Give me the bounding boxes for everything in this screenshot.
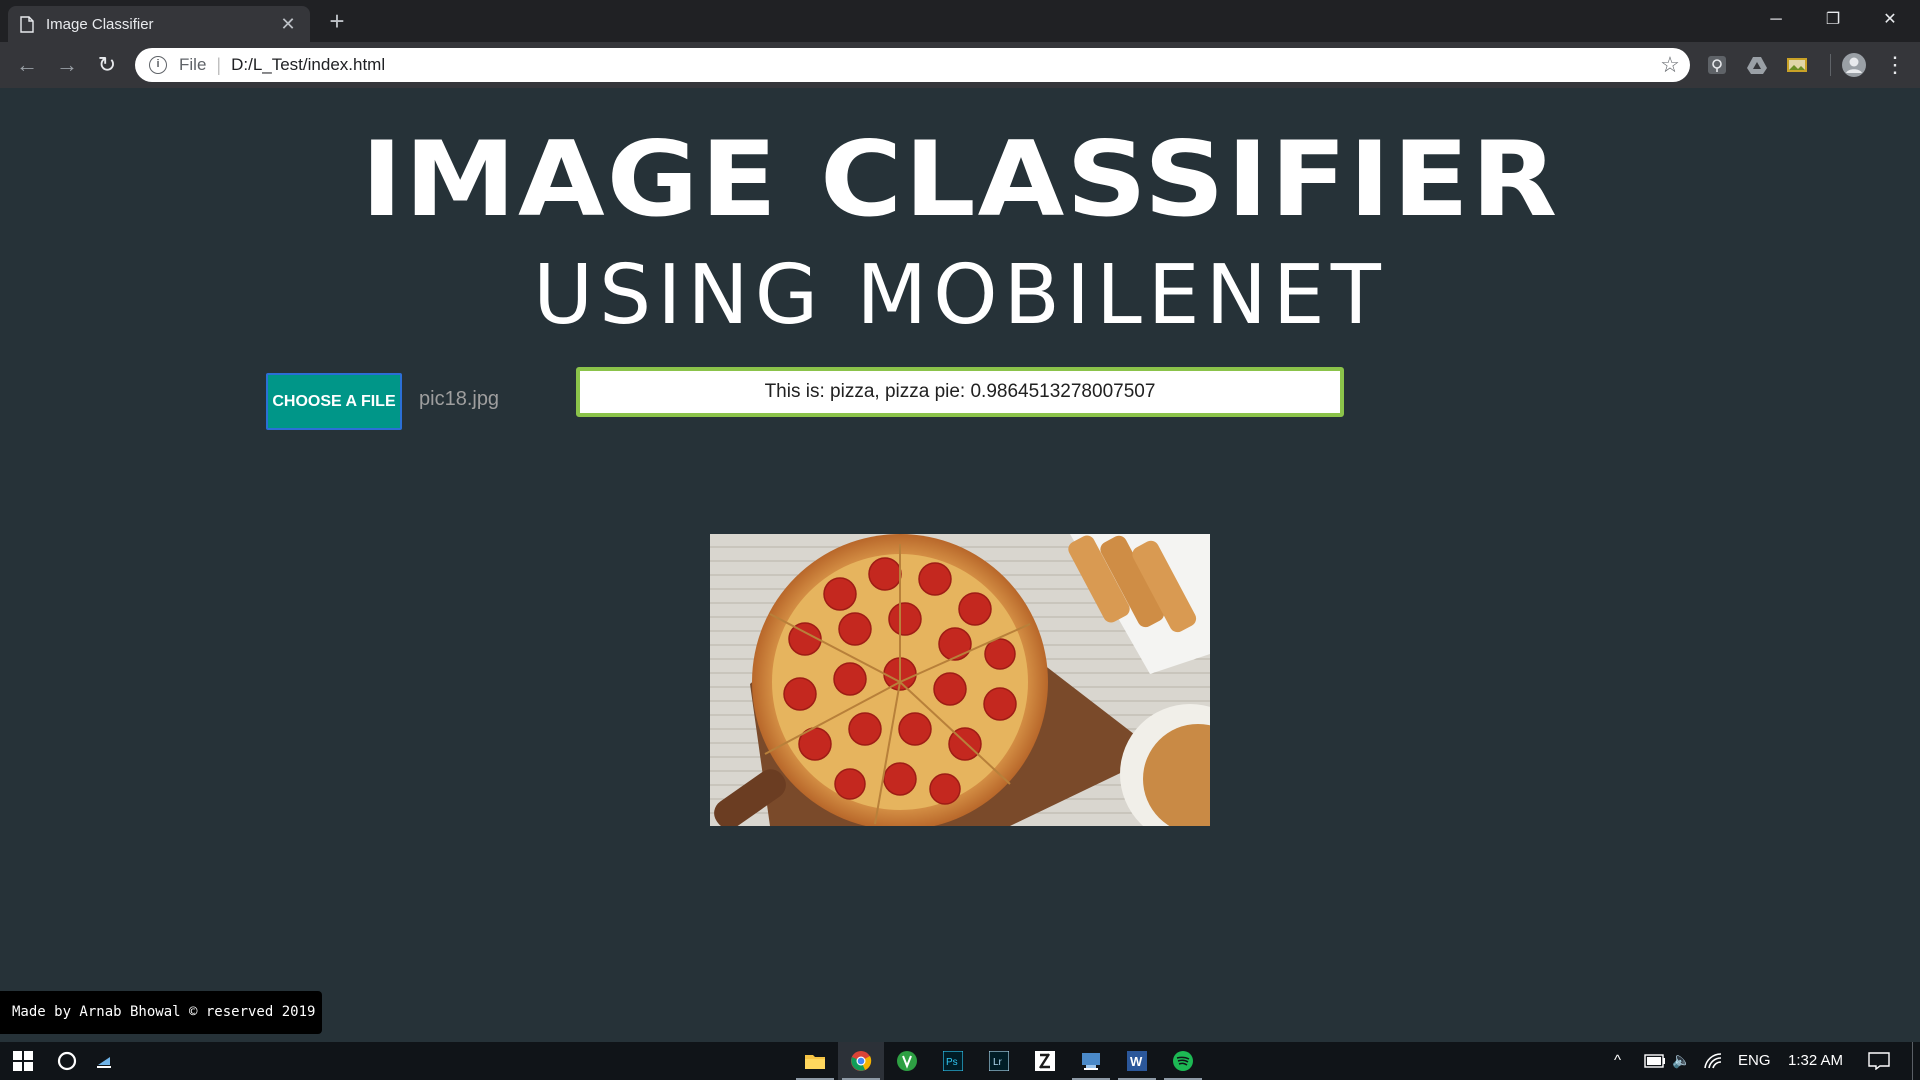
- tab-title: Image Classifier: [46, 15, 154, 33]
- tab-bar: Image Classifier ✕ + ─ ❐ ✕: [0, 0, 1920, 42]
- address-bar[interactable]: i File | D:/L_Test/index.html ☆: [135, 48, 1690, 82]
- word-icon[interactable]: W: [1114, 1042, 1160, 1080]
- spotify-icon[interactable]: [1160, 1042, 1206, 1080]
- browser-toolbar: ← → ↻ i File | D:/L_Test/index.html ☆ ⋮: [0, 42, 1920, 88]
- app-icon[interactable]: [884, 1042, 930, 1080]
- address-scheme: File: [179, 55, 207, 74]
- browser-tab[interactable]: Image Classifier ✕: [8, 6, 310, 42]
- show-desktop-button[interactable]: [1912, 1042, 1913, 1080]
- uploaded-pizza-image: [710, 534, 1210, 826]
- language-indicator[interactable]: ENG: [1738, 1042, 1771, 1080]
- page-title: IMAGE CLASSIFIER: [360, 120, 1560, 240]
- prediction-result: This is: pizza, pizza pie: 0.98645132780…: [576, 367, 1344, 417]
- photoshop-icon[interactable]: Ps: [930, 1042, 976, 1080]
- svg-text:Ps: Ps: [946, 1057, 958, 1068]
- profile-avatar-icon[interactable]: [1841, 52, 1867, 78]
- sublime-icon[interactable]: [1022, 1042, 1068, 1080]
- app-icon[interactable]: [1068, 1042, 1114, 1080]
- close-window-icon[interactable]: ✕: [1867, 4, 1913, 36]
- chevron-up-icon[interactable]: ^: [1614, 1042, 1621, 1080]
- volume-icon[interactable]: 🔈: [1672, 1042, 1691, 1080]
- location-extension-icon[interactable]: [1706, 54, 1728, 76]
- wifi-icon[interactable]: [1704, 1053, 1722, 1069]
- taskbar: Ps Lr W ^ 🔈 ENG 1:32 AM: [0, 1042, 1920, 1080]
- document-icon: [20, 15, 34, 33]
- chrome-icon[interactable]: [838, 1042, 884, 1080]
- forward-icon[interactable]: →: [52, 50, 82, 80]
- drive-extension-icon[interactable]: [1746, 54, 1768, 76]
- address-url[interactable]: D:/L_Test/index.html: [231, 55, 1650, 75]
- notification-icon[interactable]: [1868, 1052, 1890, 1070]
- bookmark-star-icon[interactable]: ☆: [1650, 52, 1690, 78]
- new-tab-icon[interactable]: +: [322, 8, 352, 36]
- page-subtitle: USING MOBILENET: [533, 248, 1387, 343]
- system-clock[interactable]: 1:32 AM: [1788, 1042, 1843, 1080]
- minimize-icon[interactable]: ─: [1753, 4, 1799, 36]
- svg-text:W: W: [1130, 1054, 1143, 1069]
- battery-icon[interactable]: [1644, 1054, 1666, 1068]
- reload-icon[interactable]: ↻: [92, 50, 122, 80]
- address-separator: |: [216, 54, 222, 75]
- toolbar-divider: [1830, 54, 1831, 76]
- file-name-label: pic18.jpg: [419, 388, 500, 410]
- app-icon[interactable]: [82, 1042, 128, 1080]
- lightroom-icon[interactable]: Lr: [976, 1042, 1022, 1080]
- svg-text:Lr: Lr: [993, 1057, 1003, 1068]
- restore-icon[interactable]: ❐: [1810, 4, 1856, 36]
- info-icon[interactable]: i: [149, 56, 167, 74]
- menu-icon[interactable]: ⋮: [1880, 50, 1910, 80]
- back-icon[interactable]: ←: [12, 50, 42, 80]
- windows-start-icon[interactable]: [0, 1042, 46, 1080]
- image-extension-icon[interactable]: [1786, 54, 1808, 76]
- web-page: IMAGE CLASSIFIER USING MOBILENET CHOOSE …: [0, 88, 1920, 1042]
- close-tab-icon[interactable]: ✕: [278, 14, 298, 35]
- footer-credit: Made by Arnab Bhowal © reserved 2019: [0, 991, 322, 1034]
- choose-file-button[interactable]: CHOOSE A FILE: [266, 373, 402, 430]
- file-explorer-icon[interactable]: [792, 1042, 838, 1080]
